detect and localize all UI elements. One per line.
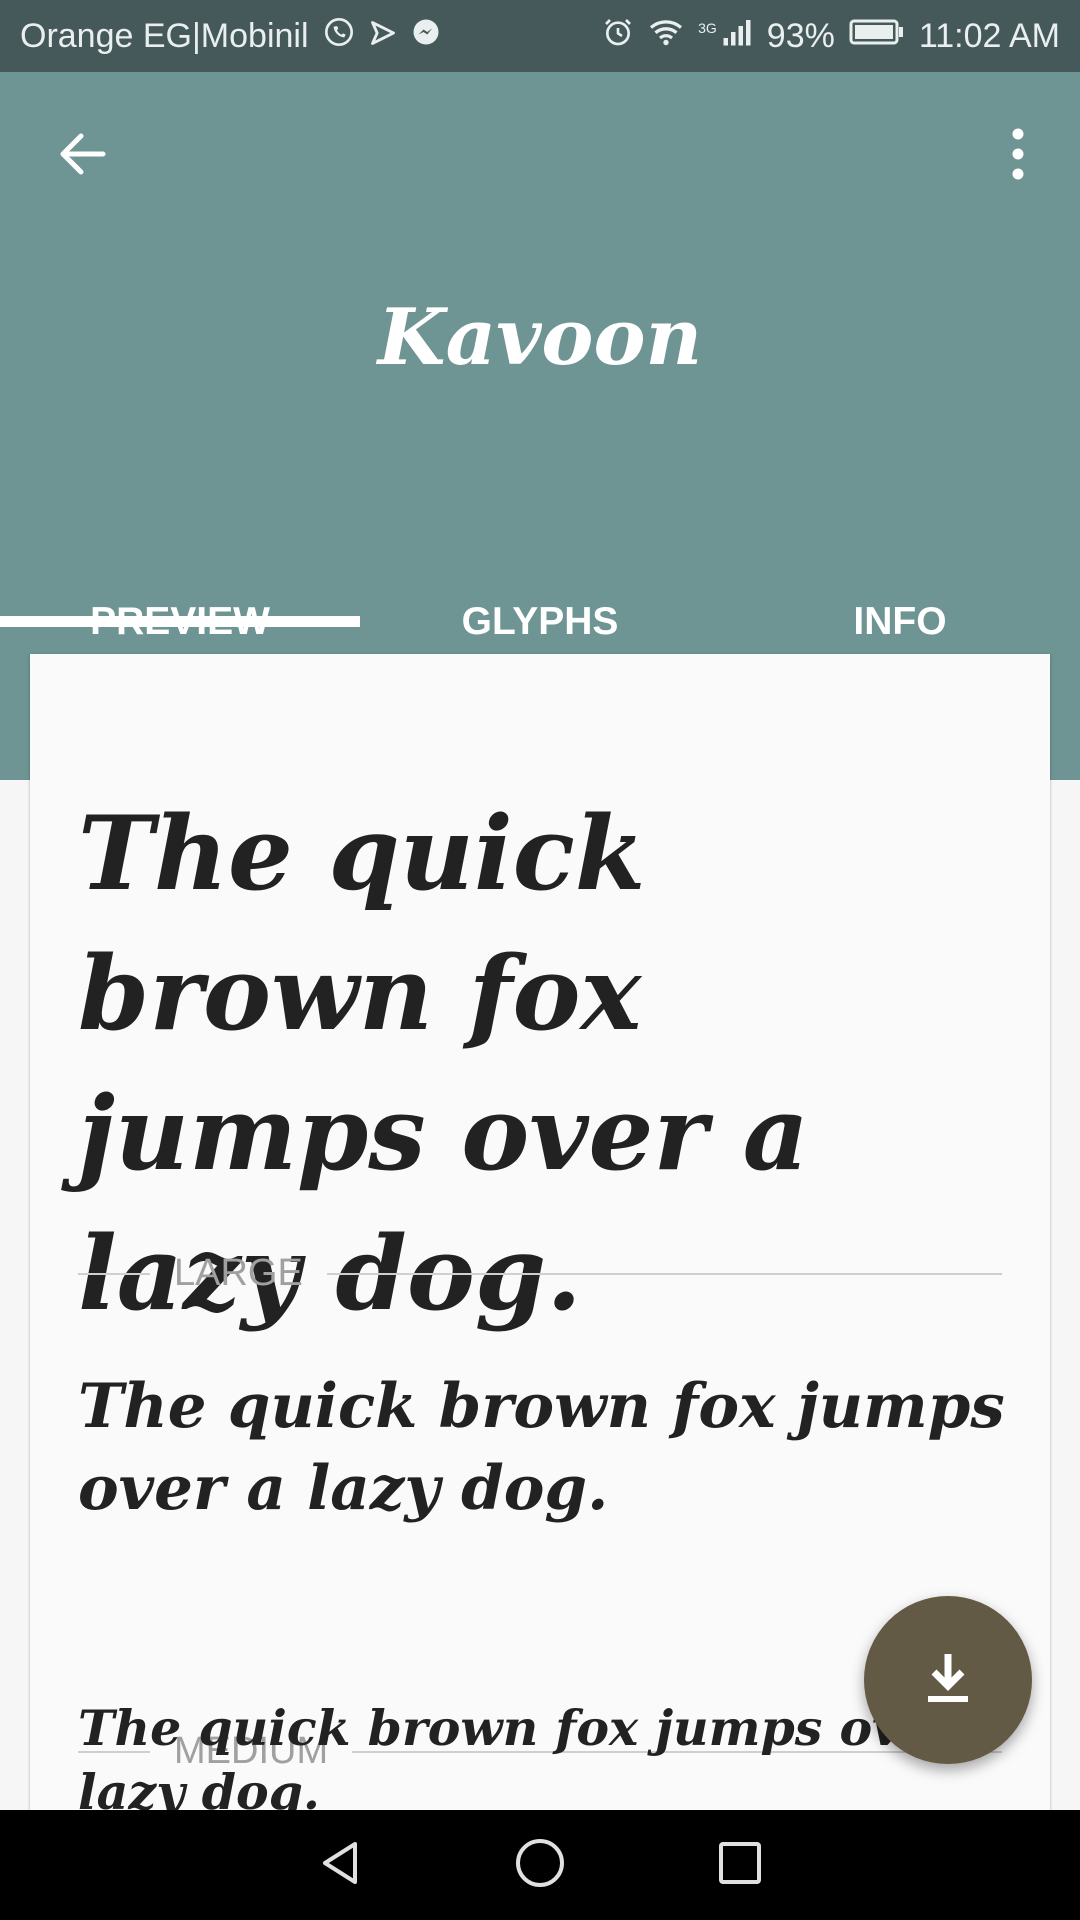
- font-title: Kavoon: [377, 292, 703, 383]
- status-right: 3G 93% 11:02 AM: [602, 16, 1060, 57]
- nav-back-button[interactable]: [310, 1835, 370, 1895]
- back-button[interactable]: [50, 124, 114, 188]
- more-vertical-icon: [1010, 128, 1026, 185]
- carrier-label: Orange EG|Mobinil: [20, 16, 309, 55]
- status-bar: Orange EG|Mobinil 3G 93% 11:02 AM: [0, 0, 1080, 72]
- divider-line: [78, 1272, 150, 1275]
- whatsapp-icon: [323, 16, 355, 57]
- size-divider-large: LARGE: [78, 1252, 1002, 1295]
- triangle-back-icon: [315, 1838, 365, 1893]
- clock-time: 11:02 AM: [918, 16, 1060, 55]
- system-nav-bar: [0, 1810, 1080, 1920]
- messenger-icon: [411, 17, 441, 56]
- alarm-icon: [602, 16, 634, 57]
- overflow-menu-button[interactable]: [994, 124, 1042, 188]
- nav-recents-button[interactable]: [710, 1835, 770, 1895]
- size-label-large: LARGE: [174, 1252, 303, 1294]
- nav-home-button[interactable]: [510, 1835, 570, 1895]
- wifi-icon: [648, 17, 684, 56]
- battery-percent: 93%: [766, 16, 835, 55]
- network-type: 3G: [698, 20, 717, 36]
- tab-indicator: [0, 616, 360, 627]
- arrow-left-icon: [57, 132, 107, 181]
- battery-icon: [849, 17, 905, 56]
- download-icon: [924, 1650, 972, 1711]
- sample-text-large: The quick brown fox jumps over a lazy do…: [78, 1371, 1005, 1524]
- send-icon: [369, 17, 397, 56]
- divider-line: [326, 1272, 1002, 1275]
- status-left: Orange EG|Mobinil: [20, 16, 441, 57]
- signal-icon: [721, 17, 753, 56]
- circle-home-icon: [514, 1837, 566, 1894]
- download-button[interactable]: [864, 1596, 1032, 1764]
- square-recents-icon: [716, 1839, 764, 1892]
